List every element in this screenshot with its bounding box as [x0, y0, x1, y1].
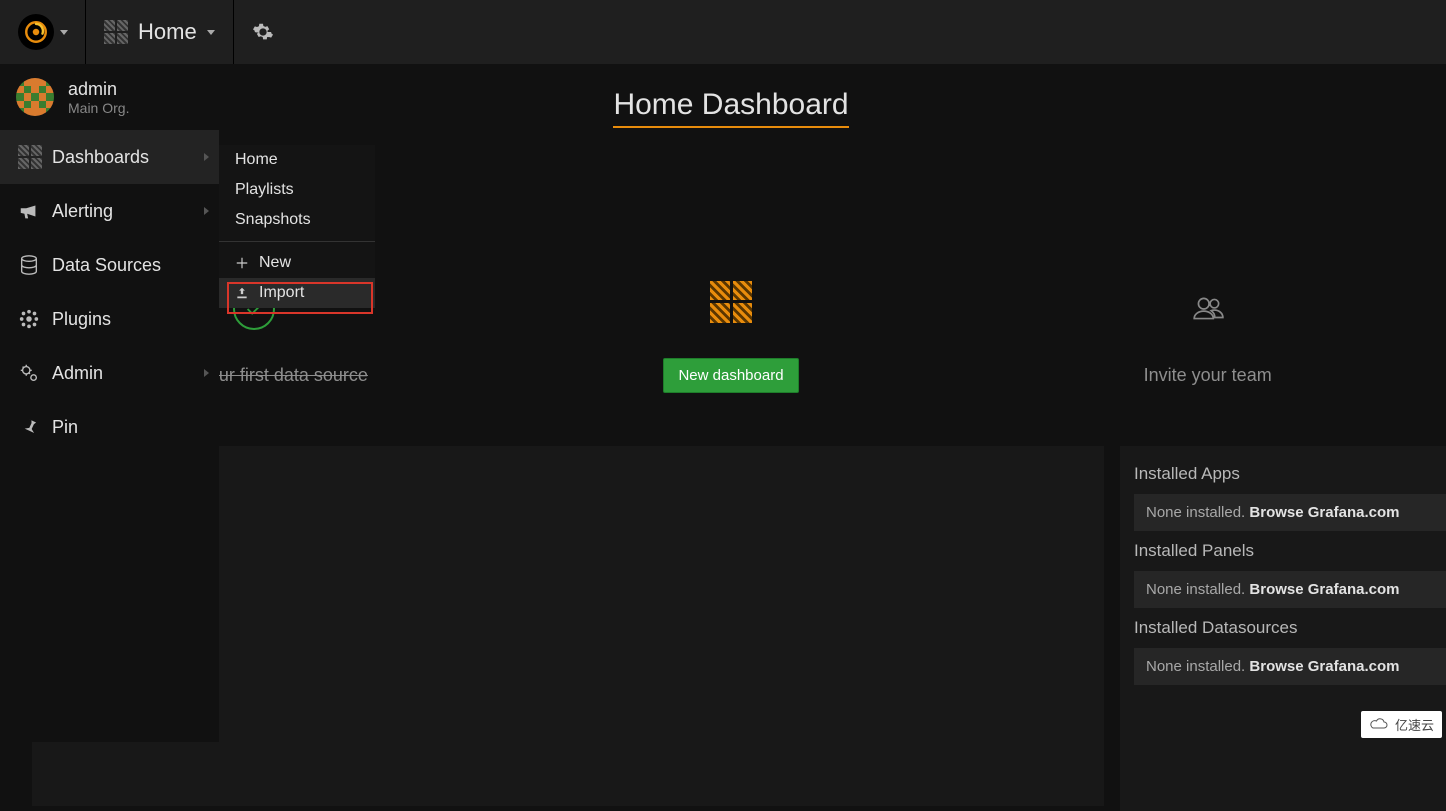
sidebar-item-plugins[interactable]: Plugins	[0, 292, 219, 346]
upload-icon	[235, 286, 249, 300]
submenu-item-playlists[interactable]: Playlists	[219, 175, 375, 205]
caret-down-icon	[60, 30, 68, 35]
installed-datasources-box: None installed. Browse Grafana.com	[1134, 648, 1446, 685]
sidebar-item-datasources[interactable]: Data Sources	[0, 238, 219, 292]
settings-button[interactable]	[234, 0, 292, 64]
sidebar-item-label: Admin	[52, 363, 103, 384]
card-new-dashboard[interactable]: New dashboard	[493, 234, 970, 434]
breadcrumb-label: Home	[138, 19, 197, 45]
submenu-item-snapshots[interactable]: Snapshots	[219, 205, 375, 235]
browse-link[interactable]: Browse Grafana.com	[1249, 504, 1399, 521]
sidebar-item-dashboards[interactable]: Dashboards	[0, 130, 219, 184]
new-dashboard-button[interactable]: New dashboard	[663, 358, 798, 393]
dashboard-icon	[710, 281, 752, 323]
dashboards-submenu: Home Playlists Snapshots New Import	[219, 145, 375, 308]
browse-link[interactable]: Browse Grafana.com	[1249, 658, 1399, 675]
cloud-icon	[1369, 718, 1389, 732]
user-name: admin	[68, 79, 129, 100]
card-invite-team[interactable]: Invite your team	[969, 234, 1446, 434]
sidebar-item-admin[interactable]: Admin	[0, 346, 219, 400]
submenu-item-new[interactable]: New	[219, 248, 375, 278]
installed-datasources-head: Installed Datasources	[1134, 618, 1446, 638]
sidebar-item-label: Plugins	[52, 309, 111, 330]
sidebar-item-label: Pin	[52, 417, 78, 438]
divider	[219, 241, 375, 242]
megaphone-icon	[18, 200, 40, 222]
logo-menu[interactable]	[0, 0, 86, 64]
sidebar-item-alerting[interactable]: Alerting	[0, 184, 219, 238]
page-title: Home Dashboard	[613, 88, 848, 128]
installed-apps-head: Installed Apps	[1134, 464, 1446, 484]
panel-installed: Installed Apps None installed. Browse Gr…	[1120, 446, 1446, 811]
sidebar-item-pin[interactable]: Pin	[0, 400, 219, 454]
chevron-right-icon	[204, 153, 209, 161]
card-label: Invite your team	[1144, 365, 1272, 386]
topbar: Home	[0, 0, 1446, 64]
user-org: Main Org.	[68, 100, 129, 116]
sidebar: admin Main Org. Dashboards Alerting Data…	[0, 64, 219, 742]
database-icon	[18, 254, 40, 276]
dashboard-icon	[104, 20, 128, 44]
sidebar-item-label: Dashboards	[52, 147, 149, 168]
avatar	[16, 78, 54, 116]
gears-icon	[18, 362, 40, 384]
submenu-item-import[interactable]: Import	[219, 278, 375, 308]
submenu-item-home[interactable]: Home	[219, 145, 375, 175]
sidebar-item-label: Data Sources	[52, 255, 161, 276]
installed-panels-box: None installed. Browse Grafana.com	[1134, 571, 1446, 608]
watermark: 亿速云	[1361, 711, 1442, 738]
people-icon	[1191, 292, 1225, 326]
pin-icon	[18, 416, 40, 438]
grafana-logo-icon	[18, 14, 54, 50]
installed-panels-head: Installed Panels	[1134, 541, 1446, 561]
caret-down-icon	[207, 30, 215, 35]
dashboard-icon	[18, 145, 42, 169]
browse-link[interactable]: Browse Grafana.com	[1249, 581, 1399, 598]
installed-apps-box: None installed. Browse Grafana.com	[1134, 494, 1446, 531]
user-card[interactable]: admin Main Org.	[0, 64, 219, 130]
chevron-right-icon	[204, 207, 209, 215]
breadcrumb-home[interactable]: Home	[86, 0, 234, 64]
plus-icon	[235, 256, 249, 270]
gear-icon	[252, 21, 274, 43]
sidebar-item-label: Alerting	[52, 201, 113, 222]
plugin-icon	[18, 308, 40, 330]
chevron-right-icon	[204, 369, 209, 377]
